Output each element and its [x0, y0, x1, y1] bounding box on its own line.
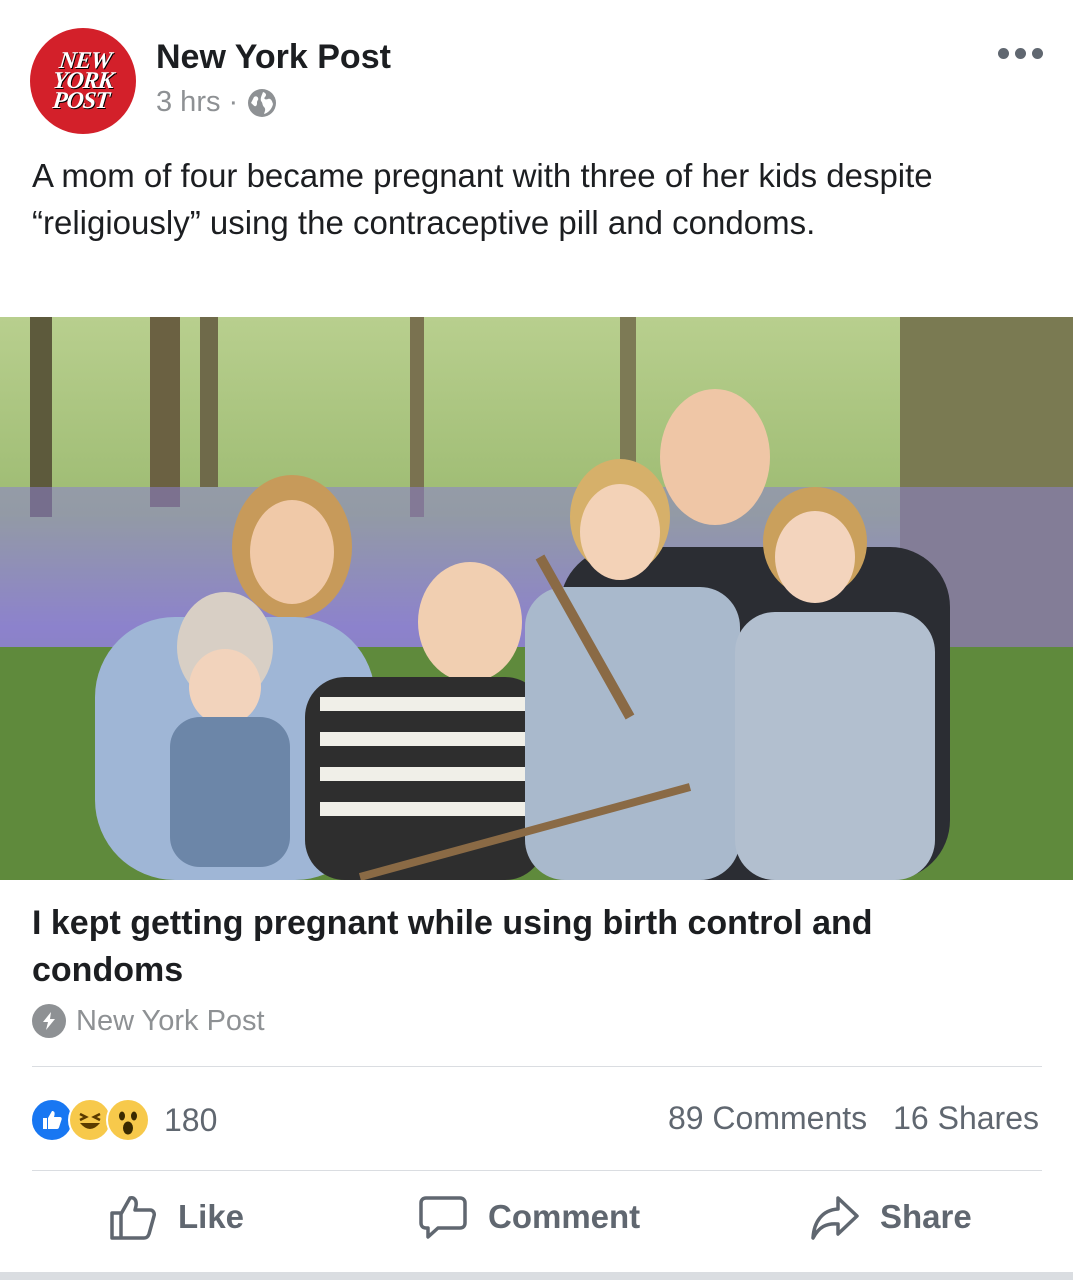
wow-icon: [106, 1098, 150, 1142]
share-icon: [811, 1196, 859, 1240]
share-label: Share: [880, 1198, 972, 1235]
post-header: NEW YORK POST New York Post 3 hrs ·: [0, 0, 1073, 140]
engagement-stats: 89 Comments 16 Shares: [668, 1100, 1039, 1137]
link-title[interactable]: I kept getting pregnant while using birt…: [32, 900, 1032, 994]
comment-label: Comment: [488, 1198, 641, 1235]
link-preview-photo[interactable]: [0, 317, 1073, 880]
avatar-logo: NEW YORK POST: [51, 48, 115, 114]
like-label: Like: [178, 1198, 245, 1235]
comment-button[interactable]: Comment: [418, 1192, 640, 1242]
link-source-name: New York Post: [76, 1004, 265, 1037]
comments-count[interactable]: 89 Comments: [668, 1100, 867, 1137]
globe-icon: [248, 88, 277, 117]
divider: [32, 1066, 1042, 1067]
post-actions: Like Comment Share: [0, 1192, 1073, 1258]
like-button[interactable]: Like: [108, 1192, 244, 1242]
divider: [32, 1170, 1042, 1171]
comment-icon: [419, 1196, 467, 1239]
share-button[interactable]: Share: [810, 1192, 972, 1242]
shares-count[interactable]: 16 Shares: [893, 1100, 1039, 1137]
page-name[interactable]: New York Post: [156, 38, 391, 77]
reaction-count: 180: [164, 1101, 218, 1138]
link-source: New York Post: [32, 1004, 265, 1038]
reactions-summary[interactable]: 180: [30, 1098, 217, 1142]
page-avatar[interactable]: NEW YORK POST: [30, 28, 136, 134]
post-time[interactable]: 3 hrs: [156, 86, 220, 119]
meta-separator: ·: [228, 86, 239, 118]
thumbs-up-icon: [110, 1196, 156, 1240]
feed-separator: [0, 1272, 1073, 1280]
post-meta: 3 hrs ·: [156, 86, 278, 119]
post-body-text: A mom of four became pregnant with three…: [32, 157, 933, 241]
more-options-icon[interactable]: [998, 48, 1043, 59]
instant-article-icon: [32, 1004, 66, 1038]
